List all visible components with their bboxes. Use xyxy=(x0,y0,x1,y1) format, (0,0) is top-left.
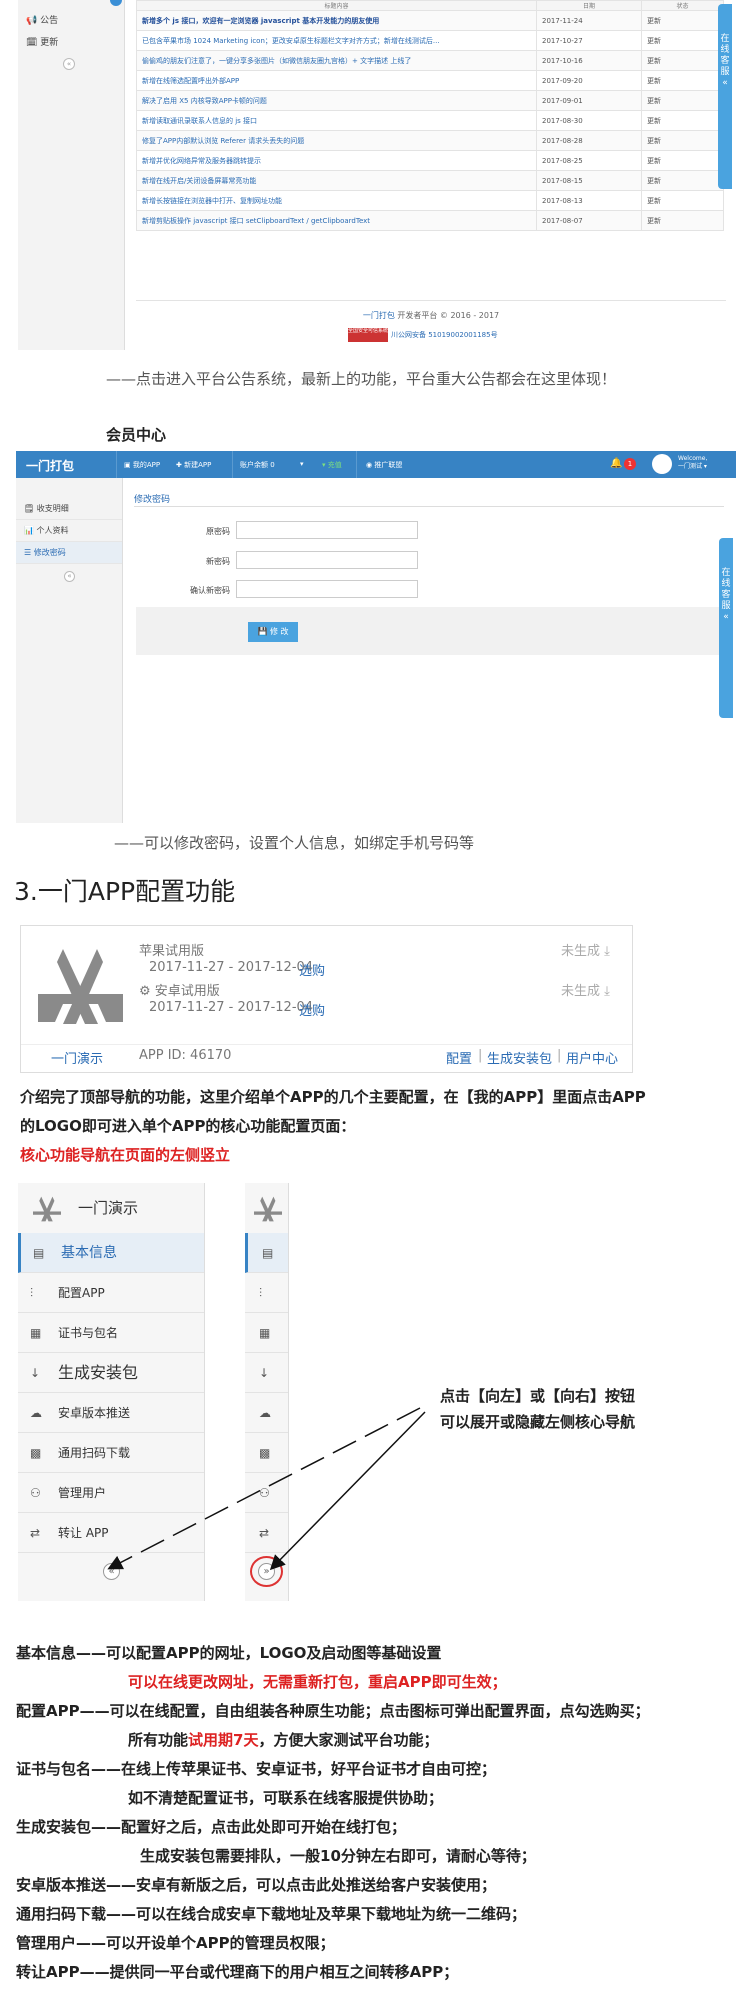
feature-description-line: 证书与包名——在线上传苹果证书、安卓证书，好平台证书才自由可控； xyxy=(16,1758,496,1779)
feature-description-line: 基本信息——可以配置APP的网址，LOGO及启动图等基础设置 xyxy=(16,1642,441,1663)
description-text: 管理用户——可以开设单个APP的管理员权限； xyxy=(16,1934,335,1952)
description-text: 证书与包名——在线上传苹果证书、安卓证书，好平台证书才自由可控； xyxy=(16,1760,497,1778)
description-text: 转让APP——提供同一平台或代理商下的用户相互之间转移APP； xyxy=(16,1963,459,1981)
feature-description-line: 转让APP——提供同一平台或代理商下的用户相互之间转移APP； xyxy=(16,1961,458,1982)
feature-description-line: 生成安装包——配置好之后，点击此处即可开始在线打包； xyxy=(16,1816,406,1837)
description-text: ，方便大家测试平台功能； xyxy=(258,1731,439,1749)
feature-description-line: 安卓版本推送——安卓有新版之后，可以点击此处推送给客户安装使用； xyxy=(16,1874,496,1895)
feature-description-line: 可以在线更改网址，无需重新打包，重启APP即可生效； xyxy=(128,1671,507,1692)
feature-description-line: 如不清楚配置证书，可联系在线客服提供协助； xyxy=(128,1787,443,1808)
description-text: 可以在线更改网址，无需重新打包，重启APP即可生效； xyxy=(128,1673,507,1691)
feature-description-line: 配置APP——可以在线配置，自由组装各种原生功能；点击图标可弹出配置界面，点勾选… xyxy=(16,1700,650,1721)
description-text: 安卓版本推送——安卓有新版之后，可以点击此处推送给客户安装使用； xyxy=(16,1876,497,1894)
collapse-note: 点击【向左】或【向右】按钮 可以展开或隐藏左侧核心导航 xyxy=(440,1383,635,1435)
feature-description-line: 所有功能试用期7天，方便大家测试平台功能； xyxy=(128,1729,438,1750)
description-text: 如不清楚配置证书，可联系在线客服提供协助； xyxy=(128,1789,444,1807)
feature-description-line: 管理用户——可以开设单个APP的管理员权限； xyxy=(16,1932,335,1953)
description-text: 生成安装包需要排队，一般10分钟左右即可，请耐心等待； xyxy=(140,1847,536,1865)
description-text: 通用扫码下载——可以在线合成安卓下载地址及苹果下载地址为统一二维码； xyxy=(16,1905,527,1923)
description-text: 所有功能 xyxy=(128,1731,189,1749)
note-line: 可以展开或隐藏左侧核心导航 xyxy=(440,1413,636,1431)
description-text: 生成安装包——配置好之后，点击此处即可开始在线打包； xyxy=(16,1818,407,1836)
description-text: 配置APP——可以在线配置，自由组装各种原生功能；点击图标可弹出配置界面，点勾选… xyxy=(16,1702,650,1720)
feature-description-line: 生成安装包需要排队，一般10分钟左右即可，请耐心等待； xyxy=(140,1845,536,1866)
feature-description-line: 通用扫码下载——可以在线合成安卓下载地址及苹果下载地址为统一二维码； xyxy=(16,1903,526,1924)
note-line: 点击【向左】或【向右】按钮 xyxy=(440,1387,636,1405)
description-text: 基本信息——可以配置APP的网址，LOGO及启动图等基础设置 xyxy=(16,1644,442,1662)
description-text: 试用期7天 xyxy=(188,1731,259,1749)
